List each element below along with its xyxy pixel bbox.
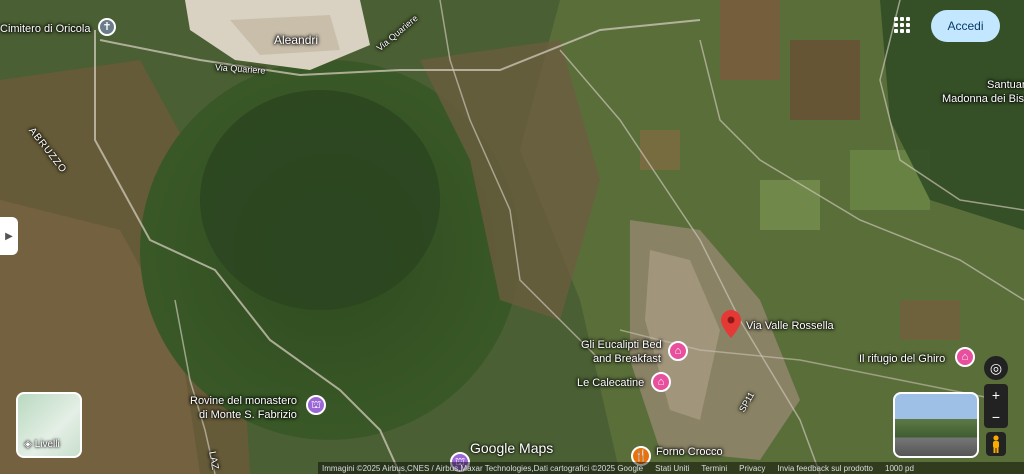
place-forno-label[interactable]: Forno Crocco xyxy=(656,446,723,458)
location-pin-icon[interactable] xyxy=(721,310,741,338)
feedback-link[interactable]: Invia feedback sul prodotto xyxy=(777,464,873,473)
collapse-panel-button[interactable]: ▶ xyxy=(0,217,18,255)
chevron-right-icon: ▶ xyxy=(5,230,13,242)
map-footer: Immagini ©2025 Airbus,CNES / Airbus,Maxa… xyxy=(318,462,1024,474)
place-cimitero-label[interactable]: Cimitero di Oricola xyxy=(0,23,90,35)
terms-link[interactable]: Termini xyxy=(701,464,727,473)
my-location-icon: ◎ xyxy=(989,359,1003,376)
country-link[interactable]: Stati Uniti xyxy=(655,464,689,473)
place-gli-eucalipti-label-2[interactable]: and Breakfast xyxy=(593,353,661,365)
satellite-map[interactable] xyxy=(0,0,1024,474)
place-gli-eucalipti-label-1[interactable]: Gli Eucalipti Bed xyxy=(581,339,662,351)
place-santuario-label-1[interactable]: Santuar xyxy=(987,79,1024,91)
hotel-icon[interactable]: ⌂ xyxy=(651,372,671,392)
google-maps-logo: Google Maps xyxy=(470,440,554,456)
layers-label: ◈ Livelli xyxy=(24,439,60,450)
hotel-icon[interactable]: ⌂ xyxy=(668,341,688,361)
place-aleandri-label[interactable]: Aleandri xyxy=(274,33,318,47)
privacy-link[interactable]: Privacy xyxy=(739,464,765,473)
apps-grid-icon[interactable] xyxy=(894,17,910,33)
scale-label[interactable]: 1000 pd xyxy=(885,464,914,473)
zoom-out-button[interactable]: − xyxy=(984,406,1008,428)
zoom-in-button[interactable]: + xyxy=(984,384,1008,406)
cemetery-marker-icon[interactable]: ✝ xyxy=(98,18,116,36)
place-via-valle-rossella-label[interactable]: Via Valle Rossella xyxy=(746,320,834,332)
place-rifugio-label[interactable]: Il rifugio del Ghiro xyxy=(859,353,945,365)
pegman-icon[interactable] xyxy=(986,432,1006,456)
hotel-icon[interactable]: ⌂ xyxy=(955,347,975,367)
place-santuario-label-2[interactable]: Madonna dei Bis xyxy=(942,93,1024,105)
imagery-attribution: Immagini ©2025 Airbus,CNES / Airbus,Maxa… xyxy=(322,463,644,473)
my-location-button[interactable]: ◎ xyxy=(984,356,1008,380)
layers-button[interactable]: ◈ Livelli xyxy=(16,392,82,458)
attraction-icon[interactable]: ⛫ xyxy=(306,395,326,415)
place-rovine-label-1[interactable]: Rovine del monastero xyxy=(190,395,297,407)
sign-in-button[interactable]: Accedi xyxy=(931,10,1000,42)
place-le-calecatine-label[interactable]: Le Calecatine xyxy=(577,377,644,389)
street-view-preview[interactable] xyxy=(893,392,979,458)
place-rovine-label-2[interactable]: di Monte S. Fabrizio xyxy=(199,409,297,421)
layers-icon: ◈ xyxy=(24,439,32,450)
